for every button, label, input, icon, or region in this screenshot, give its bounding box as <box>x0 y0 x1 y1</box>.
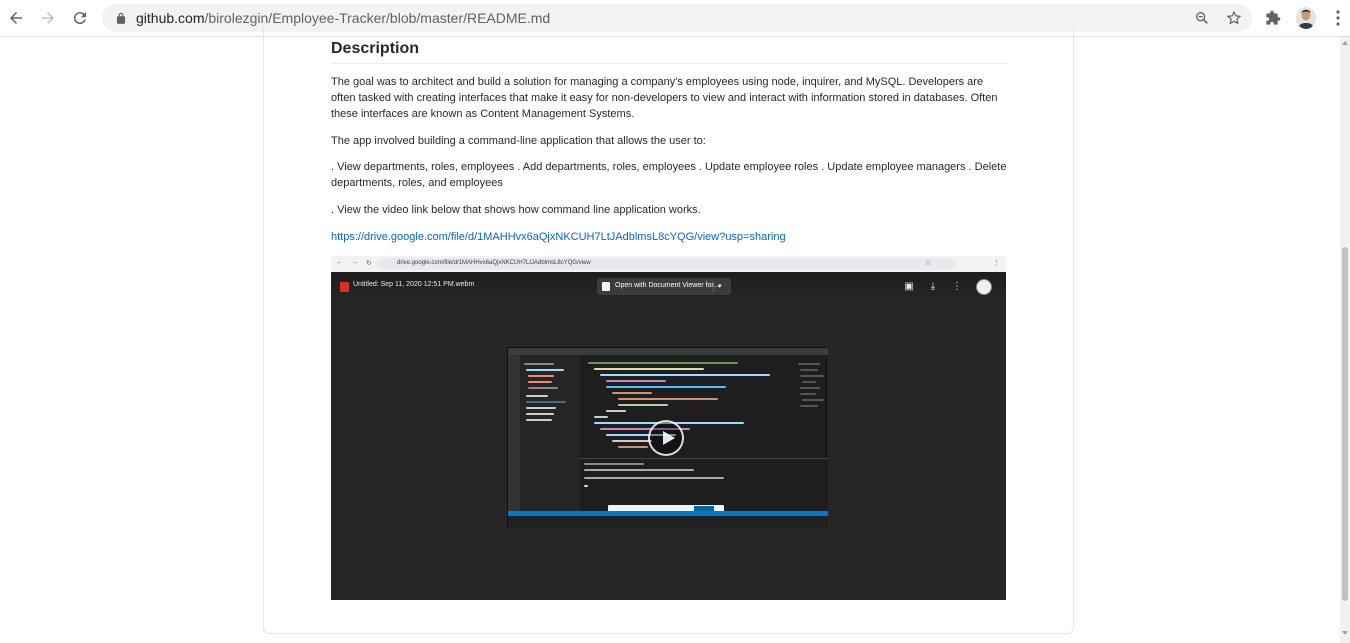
url-host: github.com <box>136 10 205 26</box>
video-frame <box>507 347 828 529</box>
open-with-button: Open with Document Viewer for... ▾ <box>597 278 731 295</box>
scrollbar-thumb[interactable] <box>1342 247 1348 601</box>
windows-taskbar <box>508 516 828 529</box>
button-divider <box>713 281 714 292</box>
screenshot-back-icon: ← <box>336 259 343 266</box>
profile-avatar[interactable] <box>1296 7 1316 29</box>
screenshot-browser-bar: ← → ↻ drive.google.com/file/d/1MAHHvx6aQ… <box>331 256 1006 272</box>
scroll-down-icon[interactable] <box>1342 631 1348 635</box>
bookmark-star-icon[interactable] <box>1224 8 1244 28</box>
chevron-down-icon: ▾ <box>718 283 722 290</box>
forward-button[interactable] <box>36 6 60 30</box>
kebab-menu-icon[interactable] <box>1327 7 1349 29</box>
drive-video-viewer: Untitled: Sep 11, 2020 12:51 PM.webm Ope… <box>331 272 1006 600</box>
zoom-icon[interactable] <box>1192 8 1212 28</box>
vscode-activity-bar <box>508 355 520 513</box>
comment-icon: ▣ <box>904 281 914 292</box>
url-path: /birolezgin/Employee-Tracker/blob/master… <box>204 10 551 26</box>
video-intro: . View the video link below that shows h… <box>331 204 701 216</box>
features-list: . View departments, roles, employees . A… <box>331 161 1007 189</box>
editor-minimap <box>798 363 826 453</box>
arrow-right-icon <box>42 12 54 24</box>
lock-icon <box>116 12 126 24</box>
more-options-icon: ⋮ <box>952 281 962 292</box>
vscode-explorer <box>520 355 580 513</box>
page-scrollbar[interactable] <box>1340 37 1350 643</box>
arrow-left-icon <box>10 12 22 24</box>
viewer-header: Untitled: Sep 11, 2020 12:51 PM.webm Ope… <box>331 272 1006 302</box>
video-link[interactable]: https://drive.google.com/file/d/1MAHHvx6… <box>331 231 786 243</box>
vscode-terminal <box>580 458 828 511</box>
video-file-icon <box>340 282 349 292</box>
screenshot-url: drive.google.com/file/d/1MAHHvx6aQjxNKCU… <box>397 260 591 266</box>
extensions-icon[interactable] <box>1262 7 1284 29</box>
readme-screenshot-image: ← → ↻ drive.google.com/file/d/1MAHHvx6aQ… <box>331 256 1006 600</box>
section-heading: Description <box>331 40 1007 64</box>
screenshot-forward-icon: → <box>351 259 358 266</box>
viewer-avatar <box>976 279 992 295</box>
screenshot-menu-icon: ⋮ <box>993 260 1000 267</box>
page-content: Description The goal was to architect an… <box>0 27 1340 643</box>
screenshot-star-icon: ☆ <box>925 260 932 267</box>
open-with-label: Open with Document Viewer for... <box>615 282 720 289</box>
download-icon: ⤓ <box>930 281 936 292</box>
screenshot-address-bar: drive.google.com/file/d/1MAHHvx6aQjxNKCU… <box>377 258 957 270</box>
screenshot-reload-icon: ↻ <box>366 260 372 267</box>
play-icon <box>648 420 684 456</box>
back-button[interactable] <box>4 6 28 30</box>
scroll-up-icon[interactable] <box>1342 41 1348 45</box>
vscode-title-bar <box>508 348 828 355</box>
reload-icon <box>73 12 86 25</box>
video-link-paragraph: https://drive.google.com/file/d/1MAHHvx6… <box>331 229 1007 245</box>
document-icon <box>602 282 610 291</box>
video-file-name: Untitled: Sep 11, 2020 12:51 PM.webm <box>353 281 475 288</box>
url-text: github.com/birolezgin/Employee-Tracker/b… <box>136 10 550 26</box>
description-paragraph: The goal was to architect and build a so… <box>331 76 998 120</box>
reload-button[interactable] <box>68 6 92 30</box>
features-intro: The app involved building a command-line… <box>331 135 706 147</box>
